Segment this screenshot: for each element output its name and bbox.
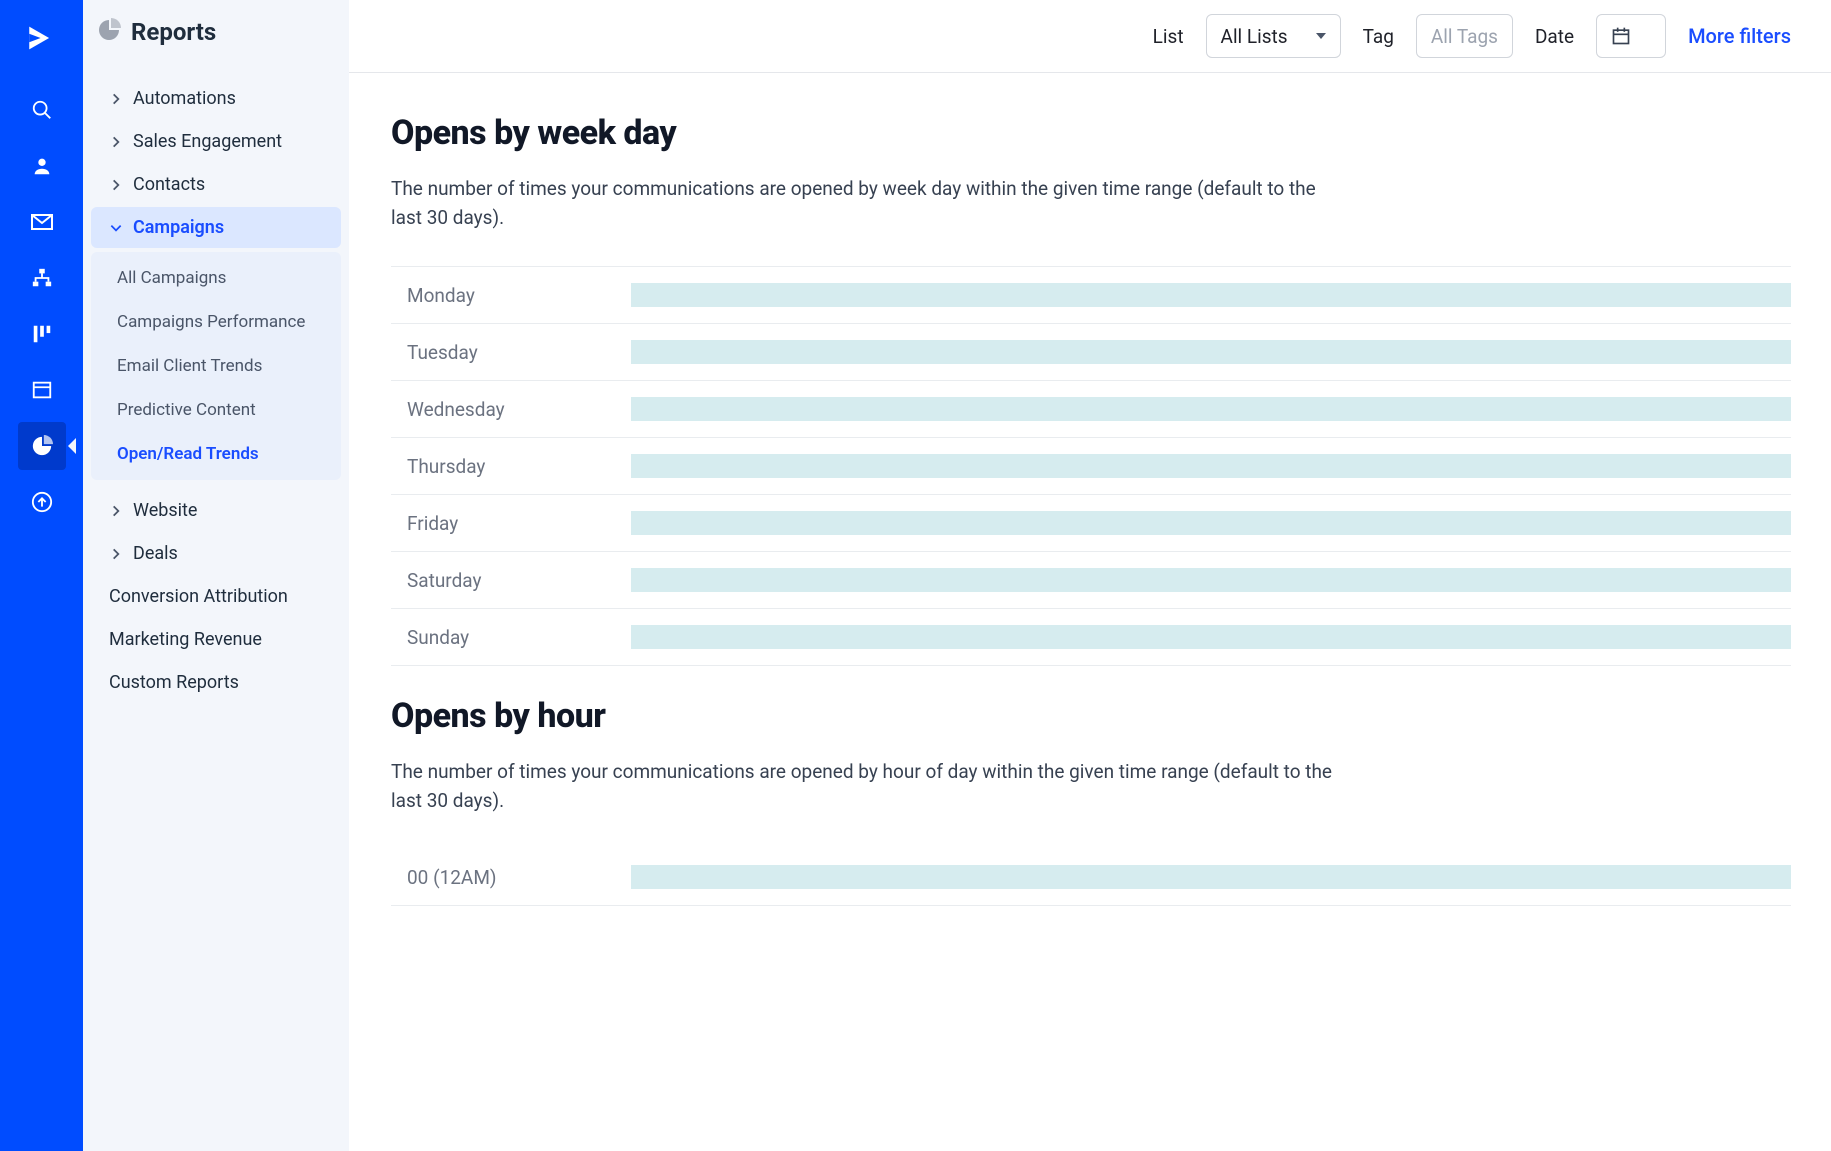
section-desc-week: The number of times your communications … bbox=[391, 175, 1341, 232]
table-row: Wednesday bbox=[391, 381, 1791, 438]
sidebar-item-conversion-attribution[interactable]: Conversion Attribution bbox=[91, 576, 341, 617]
filter-bar: List All Lists Tag All Tags Date More fi… bbox=[349, 0, 1831, 73]
tag-dropdown[interactable]: All Tags bbox=[1416, 14, 1513, 58]
sidebar-sub-label: Open/Read Trends bbox=[117, 444, 259, 464]
row-label: Friday bbox=[391, 512, 631, 535]
sidebar-item-contacts[interactable]: Contacts bbox=[91, 164, 341, 205]
sidebar-item-website[interactable]: Website bbox=[91, 490, 341, 531]
sidebar-item-label: Conversion Attribution bbox=[109, 586, 288, 607]
chevron-right-icon bbox=[109, 178, 123, 192]
content-area: Opens by week day The number of times yo… bbox=[349, 73, 1831, 946]
dropdown-value: All Lists bbox=[1221, 25, 1288, 48]
sidebar-item-label: Contacts bbox=[133, 174, 205, 195]
sidebar-item-deals[interactable]: Deals bbox=[91, 533, 341, 574]
bar-placeholder bbox=[631, 511, 1791, 535]
bar-placeholder bbox=[631, 625, 1791, 649]
pie-icon bbox=[97, 18, 121, 46]
calendar-icon bbox=[1611, 26, 1631, 46]
row-label: Monday bbox=[391, 284, 631, 307]
chevron-right-icon bbox=[109, 504, 123, 518]
sidebar-sub-all-campaigns[interactable]: All Campaigns bbox=[99, 256, 333, 300]
sidebar-sub-label: Predictive Content bbox=[117, 400, 256, 420]
sidebar-item-label: Marketing Revenue bbox=[109, 629, 262, 650]
bar-placeholder bbox=[631, 454, 1791, 478]
sidebar-item-automations[interactable]: Automations bbox=[91, 78, 341, 119]
sidebar-sub-predictive-content[interactable]: Predictive Content bbox=[99, 388, 333, 432]
sidebar-sub-label: Email Client Trends bbox=[117, 356, 262, 376]
contact-icon[interactable] bbox=[18, 142, 66, 190]
chevron-down-icon bbox=[109, 221, 123, 235]
table-row: Saturday bbox=[391, 552, 1791, 609]
row-label: 00 (12AM) bbox=[391, 866, 631, 889]
bar-placeholder bbox=[631, 340, 1791, 364]
campaigns-submenu: All Campaigns Campaigns Performance Emai… bbox=[91, 252, 341, 480]
sidebar-sub-label: Campaigns Performance bbox=[117, 312, 305, 332]
sidebar-header: Reports bbox=[83, 18, 349, 76]
date-filter-label: Date bbox=[1535, 25, 1574, 48]
table-row: 00 (12AM) bbox=[391, 849, 1791, 906]
nav-rail bbox=[0, 0, 83, 1151]
sidebar-item-sales-engagement[interactable]: Sales Engagement bbox=[91, 121, 341, 162]
bar-placeholder bbox=[631, 397, 1791, 421]
sidebar-item-custom-reports[interactable]: Custom Reports bbox=[91, 662, 341, 703]
chevron-right-icon bbox=[109, 92, 123, 106]
sidebar-item-marketing-revenue[interactable]: Marketing Revenue bbox=[91, 619, 341, 660]
bar-placeholder bbox=[631, 568, 1791, 592]
date-picker[interactable] bbox=[1596, 14, 1666, 58]
row-label: Tuesday bbox=[391, 341, 631, 364]
table-row: Sunday bbox=[391, 609, 1791, 666]
upgrade-icon[interactable] bbox=[18, 478, 66, 526]
section-title-hour: Opens by hour bbox=[391, 696, 1791, 736]
dropdown-placeholder: All Tags bbox=[1431, 25, 1498, 48]
sidebar-item-label: Deals bbox=[133, 543, 178, 564]
search-icon[interactable] bbox=[18, 86, 66, 134]
table-row: Tuesday bbox=[391, 324, 1791, 381]
sidebar-sub-label: All Campaigns bbox=[117, 268, 226, 288]
table-row: Friday bbox=[391, 495, 1791, 552]
tag-filter-label: Tag bbox=[1363, 25, 1394, 48]
row-label: Thursday bbox=[391, 455, 631, 478]
list-dropdown[interactable]: All Lists bbox=[1206, 14, 1341, 58]
row-label: Sunday bbox=[391, 626, 631, 649]
chevron-right-icon bbox=[109, 547, 123, 561]
list-filter-label: List bbox=[1153, 25, 1184, 48]
table-row: Thursday bbox=[391, 438, 1791, 495]
chevron-down-icon bbox=[1316, 33, 1326, 39]
content-icon[interactable] bbox=[18, 366, 66, 414]
sidebar-sub-email-client-trends[interactable]: Email Client Trends bbox=[99, 344, 333, 388]
row-label: Wednesday bbox=[391, 398, 631, 421]
sidebar-item-campaigns[interactable]: Campaigns bbox=[91, 207, 341, 248]
chevron-right-icon bbox=[109, 135, 123, 149]
more-filters-link[interactable]: More filters bbox=[1688, 24, 1791, 48]
reports-icon[interactable] bbox=[18, 422, 66, 470]
sidebar: Reports Automations Sales Engagement Con… bbox=[83, 0, 349, 1151]
section-desc-hour: The number of times your communications … bbox=[391, 758, 1341, 815]
sidebar-sub-open-read-trends[interactable]: Open/Read Trends bbox=[99, 432, 333, 476]
row-label: Saturday bbox=[391, 569, 631, 592]
sidebar-item-label: Sales Engagement bbox=[133, 131, 282, 152]
sidebar-title: Reports bbox=[131, 18, 216, 46]
table-row: Monday bbox=[391, 266, 1791, 324]
sidebar-item-label: Automations bbox=[133, 88, 236, 109]
board-icon[interactable] bbox=[18, 310, 66, 358]
sidebar-sub-campaigns-performance[interactable]: Campaigns Performance bbox=[99, 300, 333, 344]
email-icon[interactable] bbox=[18, 198, 66, 246]
bar-placeholder bbox=[631, 865, 1791, 889]
sidebar-item-label: Campaigns bbox=[133, 217, 224, 238]
sidebar-item-label: Website bbox=[133, 500, 197, 521]
main: List All Lists Tag All Tags Date More fi… bbox=[349, 0, 1831, 1151]
sidebar-item-label: Custom Reports bbox=[109, 672, 239, 693]
bar-placeholder bbox=[631, 283, 1791, 307]
section-title-week: Opens by week day bbox=[391, 113, 1791, 153]
sitemap-icon[interactable] bbox=[18, 254, 66, 302]
logo[interactable] bbox=[22, 18, 62, 58]
